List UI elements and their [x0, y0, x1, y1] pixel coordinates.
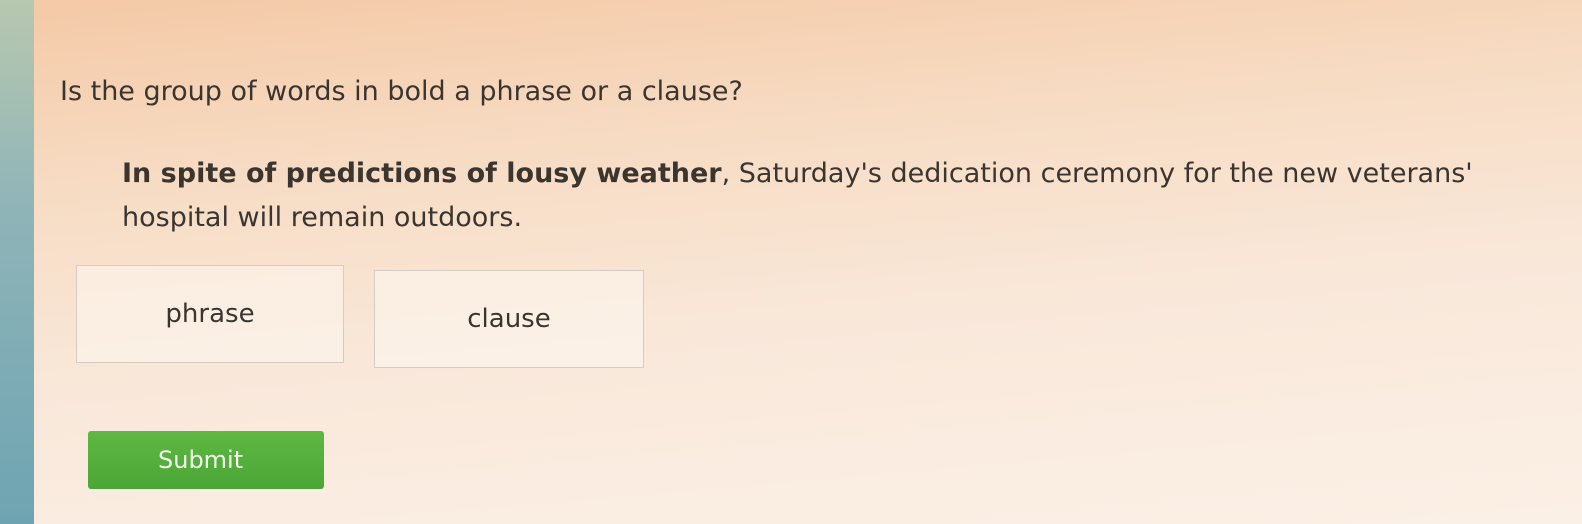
- choice-clause-button[interactable]: clause: [374, 270, 644, 368]
- choice-phrase-label: phrase: [165, 299, 255, 329]
- passage-text: In spite of predictions of lousy weather…: [122, 152, 1542, 240]
- question-panel: Is the group of words in bold a phrase o…: [34, 0, 1582, 524]
- choice-clause-label: clause: [467, 304, 551, 334]
- left-edge-strip: [0, 0, 34, 524]
- submit-label: Submit: [158, 446, 244, 474]
- choice-phrase-button[interactable]: phrase: [76, 265, 344, 363]
- passage-bold-text: In spite of predictions of lousy weather: [122, 158, 722, 189]
- submit-button[interactable]: Submit: [88, 431, 324, 489]
- question-prompt: Is the group of words in bold a phrase o…: [60, 76, 743, 107]
